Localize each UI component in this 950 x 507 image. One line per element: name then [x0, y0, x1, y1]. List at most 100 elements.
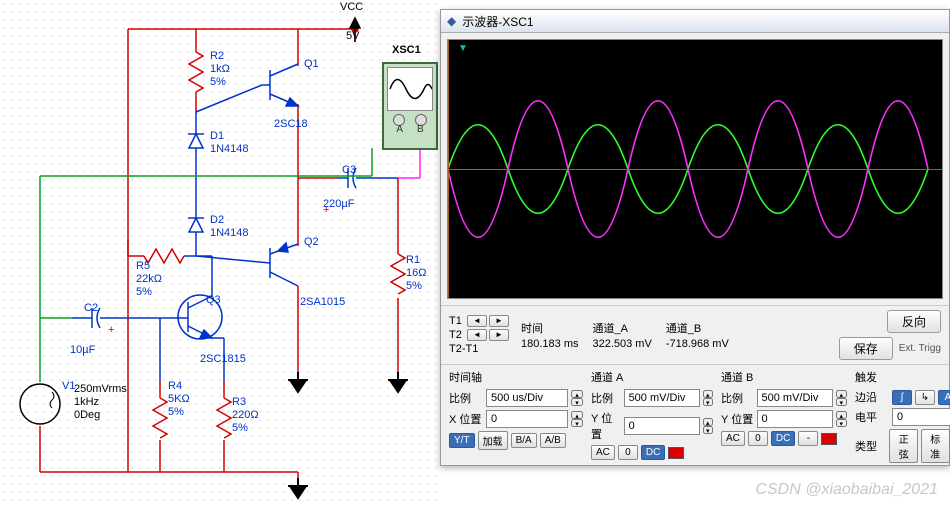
col-chb: 通道_B	[666, 320, 741, 336]
port-b-label: B	[417, 124, 424, 135]
cha-ypos-down[interactable]: ▾	[703, 426, 713, 434]
t2-time: 180.183 ms	[521, 338, 590, 350]
edge-rise-button[interactable]: ʃ	[892, 390, 912, 405]
oscilloscope-icon[interactable]: A B	[382, 62, 438, 150]
r4-val: 5KΩ	[168, 393, 190, 405]
t2-label: T2	[449, 329, 465, 341]
save-button[interactable]: 保存	[839, 337, 893, 360]
trigger-marker-icon: ▼	[458, 43, 468, 54]
cha-scale-label: 比例	[591, 390, 621, 406]
q2-val: 2SA1015	[300, 296, 345, 308]
tb-xpos-down[interactable]: ▾	[571, 419, 583, 427]
chb-minus-button[interactable]: -	[798, 431, 818, 446]
col-time: 时间	[521, 320, 590, 336]
cha-ypos-up[interactable]: ▴	[703, 418, 713, 426]
r4-ref: R4	[168, 380, 182, 392]
t2-right-button[interactable]: ►	[489, 329, 509, 341]
r2-val: 1kΩ	[210, 63, 230, 75]
chb-ypos-down[interactable]: ▾	[836, 419, 847, 427]
chb-title: 通道 B	[721, 369, 847, 385]
t1-right-button[interactable]: ►	[489, 315, 509, 327]
chb-ypos-up[interactable]: ▴	[836, 411, 847, 419]
r1-ref: R1	[406, 254, 420, 266]
r5-ref: R5	[136, 260, 150, 272]
oscilloscope-titlebar[interactable]: ◆ 示波器-XSC1	[441, 10, 949, 33]
tb-scale-down[interactable]: ▾	[571, 398, 583, 406]
trigger-level-input[interactable]	[892, 408, 950, 426]
cha-scale-up[interactable]: ▴	[703, 390, 713, 398]
timebase-xpos-input[interactable]	[486, 410, 568, 428]
r2-ref: R2	[210, 50, 224, 62]
chb-zero-button[interactable]: 0	[748, 431, 768, 446]
v1-freq: 1kHz	[74, 396, 99, 408]
oscilloscope-title: 示波器-XSC1	[462, 13, 533, 30]
v1-amp: 250mVrms	[74, 383, 127, 395]
t1-left-button[interactable]: ◄	[467, 315, 487, 327]
r3-val: 220Ω	[232, 409, 259, 421]
t2-left-button[interactable]: ◄	[467, 329, 487, 341]
chb-scale-down[interactable]: ▾	[836, 398, 847, 406]
v1-phase: 0Deg	[74, 409, 100, 421]
c3-val: 220µF	[323, 198, 354, 210]
cha-ypos-label: Y 位置	[591, 410, 621, 442]
chb-color-icon	[821, 433, 837, 445]
chb-scale-up[interactable]: ▴	[836, 390, 847, 398]
oscilloscope-screen[interactable]: ▼	[447, 39, 943, 299]
xsc1-label: XSC1	[392, 44, 421, 56]
mode-add-button[interactable]: 加载	[478, 431, 508, 450]
c3-ref: C3	[342, 164, 356, 176]
chb-ac-button[interactable]: AC	[721, 431, 745, 446]
mode-ba-button[interactable]: B/A	[511, 433, 537, 448]
cha-zero-button[interactable]: 0	[618, 445, 638, 460]
tb-xpos-up[interactable]: ▴	[571, 411, 583, 419]
edge-a-button[interactable]: A	[938, 390, 950, 405]
r5-tol: 5%	[136, 286, 152, 298]
cha-dc-button[interactable]: DC	[641, 445, 665, 460]
q3-val: 2SC1815	[200, 353, 246, 365]
mode-yt-button[interactable]: Y/T	[449, 433, 475, 448]
timebase-group: 时间轴 比例▴▾ X 位置▴▾ Y/T 加载 B/A A/B	[449, 369, 583, 463]
d2-val: 1N4148	[210, 227, 249, 239]
t2t1-label: T2-T1	[449, 343, 509, 355]
schematic[interactable]: VCC 5V XSC1 R2 1kΩ 5% Q1 2SC18 D1 1N4148…	[0, 0, 438, 507]
d1-val: 1N4148	[210, 143, 249, 155]
cha-color-icon	[668, 447, 684, 459]
chb-ypos-input[interactable]	[757, 410, 833, 428]
c2-ref: C2	[84, 302, 98, 314]
tb-xpos-label: X 位置	[449, 411, 483, 427]
cha-scale-input[interactable]	[624, 389, 700, 407]
r5-val: 22kΩ	[136, 273, 162, 285]
reverse-button[interactable]: 反向	[887, 310, 941, 333]
port-a-label: A	[396, 124, 403, 135]
c2-val: 10µF	[70, 344, 95, 356]
q1-val: 2SC18	[274, 118, 308, 130]
t2-cha: 322.503 mV	[592, 338, 663, 350]
chb-scale-input[interactable]	[757, 389, 833, 407]
cursor-readout: T1 ◄ ► T2 ◄ ► T2-T1 时间 通道_A 通道_B 1	[441, 305, 949, 364]
t2-chb: -718.968 mV	[666, 338, 741, 350]
trigger-title: 触发	[855, 369, 950, 385]
scope-controls: 时间轴 比例▴▾ X 位置▴▾ Y/T 加载 B/A A/B 通道 A 比例▴▾…	[441, 364, 949, 467]
edge-fall-button[interactable]: ↳	[915, 390, 935, 405]
d1-ref: D1	[210, 130, 224, 142]
mode-ab-button[interactable]: A/B	[540, 433, 566, 448]
timebase-scale-input[interactable]	[486, 389, 568, 407]
type-label: 类型	[855, 438, 886, 454]
chb-dc-button[interactable]: DC	[771, 431, 795, 446]
oscilloscope-window: ◆ 示波器-XSC1 ▼ T1 ◄ ► T2 ◄ ►	[440, 9, 950, 466]
trig-norm-button[interactable]: 标准	[921, 429, 950, 463]
tb-scale-label: 比例	[449, 390, 483, 406]
readout-table: 时间 通道_A 通道_B 180.183 ms 322.503 mV -718.…	[519, 318, 743, 352]
r2-tol: 5%	[210, 76, 226, 88]
chb-ypos-label: Y 位置	[721, 411, 754, 427]
cha-ac-button[interactable]: AC	[591, 445, 615, 460]
trig-sine-button[interactable]: 正弦	[889, 429, 918, 463]
cha-ypos-input[interactable]	[624, 417, 700, 435]
tb-scale-up[interactable]: ▴	[571, 390, 583, 398]
cha-scale-down[interactable]: ▾	[703, 398, 713, 406]
channel-b-group: 通道 B 比例▴▾ Y 位置▴▾ AC 0 DC -	[721, 369, 847, 463]
col-cha: 通道_A	[592, 320, 663, 336]
r1-tol: 5%	[406, 280, 422, 292]
q1-ref: Q1	[304, 58, 319, 70]
r1-val: 16Ω	[406, 267, 426, 279]
